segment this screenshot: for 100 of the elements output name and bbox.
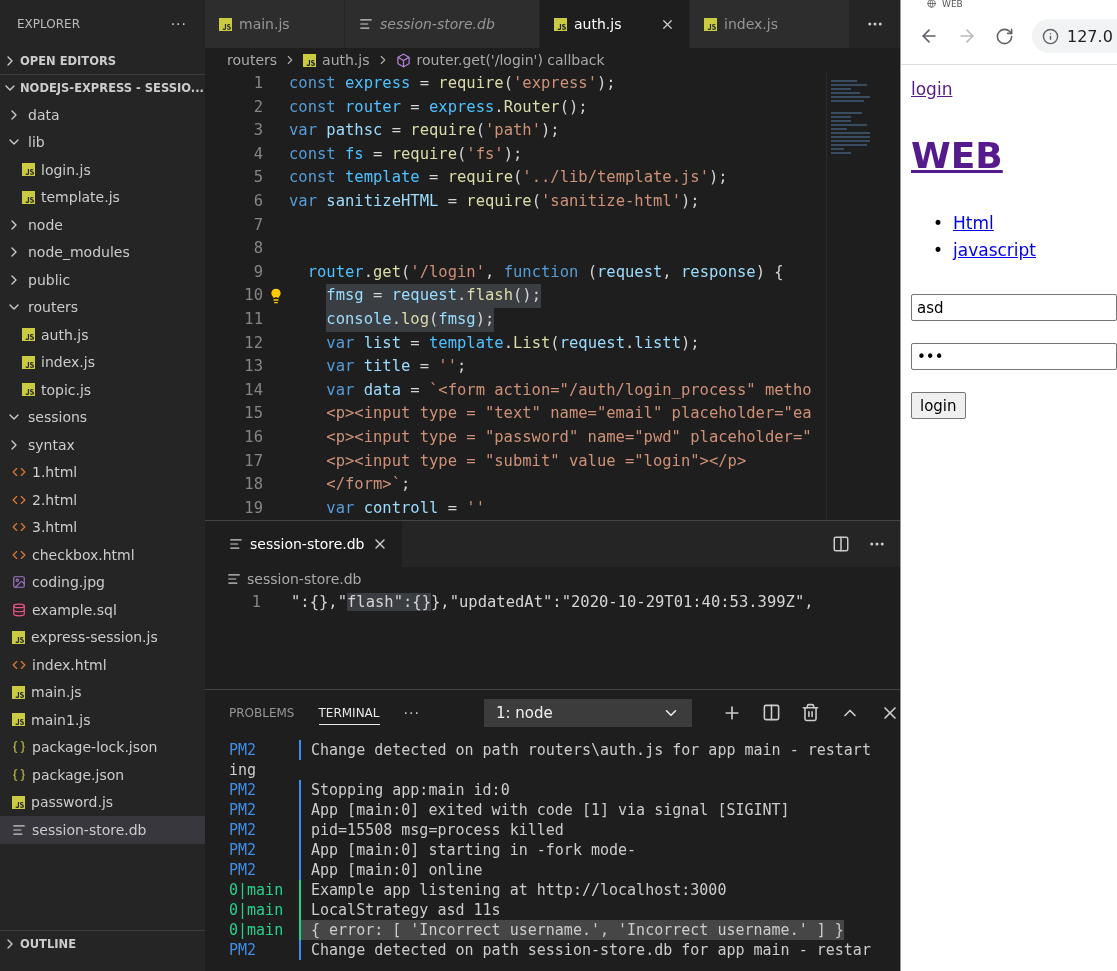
line-number: 2 [252, 99, 263, 116]
line-number: 9 [252, 264, 263, 281]
editor-tab[interactable]: index.js [690, 0, 850, 48]
list-bullet: • [933, 212, 944, 235]
line-number: 6 [252, 194, 263, 210]
list-link[interactable]: javascript [953, 237, 1037, 264]
file-item[interactable]: template.js [0, 183, 205, 211]
folder-item[interactable]: node_modules [0, 238, 205, 266]
file-item[interactable]: session-store.db [0, 816, 205, 844]
process-label: PM2 [229, 820, 258, 840]
process-label: 0|main [229, 880, 285, 900]
folder-item[interactable]: public [0, 266, 205, 294]
list-link[interactable]: Html [953, 210, 994, 237]
file-item[interactable]: coding.jpg [0, 568, 205, 596]
section-header[interactable]: NODEJS-EXPRESS - SESSIO... [0, 74, 205, 101]
file-item[interactable]: auth.js [0, 321, 205, 349]
js-file-icon [22, 163, 35, 177]
address-bar[interactable]: 127.0 [1032, 19, 1117, 53]
file-item[interactable]: checkbox.html [0, 541, 205, 569]
file-item[interactable]: package.json [0, 761, 205, 789]
terminal-select[interactable]: 1: node [483, 699, 692, 727]
folder-item[interactable]: sessions [0, 403, 205, 431]
line-number: 3 [252, 123, 263, 139]
breadcrumb[interactable]: routers [227, 52, 278, 68]
panel-tab[interactable]: TERMINAL [318, 701, 380, 725]
js-file-icon [22, 190, 35, 204]
text-file-icon [12, 822, 26, 837]
editor-tab[interactable]: session-store.db [345, 0, 540, 48]
js-file-icon [704, 17, 717, 31]
text-file-icon [229, 537, 243, 551]
breadcrumb[interactable]: session-store.db [227, 571, 362, 587]
file-item[interactable]: main1.js [0, 706, 205, 734]
text-file-icon [359, 17, 373, 31]
panel-tab[interactable]: PROBLEMS [229, 701, 295, 725]
line-number: 14 [243, 382, 263, 399]
file-item[interactable]: topic.js [0, 376, 205, 404]
js-file-icon [554, 17, 567, 31]
trash-icon[interactable] [801, 703, 820, 722]
file-item[interactable]: 3.html [0, 513, 205, 541]
file-item[interactable]: password.js [0, 788, 205, 816]
section-header[interactable]: OPEN EDITORS [0, 48, 205, 74]
terminal-line: App [main:0] starting in -fork mode- [299, 840, 637, 860]
code-line: const router = express.Router(); [289, 96, 588, 118]
more-button[interactable]: ··· [403, 705, 420, 721]
file-item[interactable]: index.html [0, 651, 205, 679]
line-number: 1 [250, 595, 261, 611]
code-line: </form>`; [326, 474, 411, 496]
code-line: const fs = require('fs'); [289, 143, 523, 165]
terminal-line: App [main:0] online [299, 860, 483, 880]
code-line: const express = require('express'); [289, 73, 616, 94]
code-line: var sanitizeHTML = require('sanitize-html'); [289, 190, 700, 212]
folder-item[interactable]: data [0, 101, 205, 129]
code-line: const template = require('../lib/template.js'); [289, 167, 728, 189]
input-field[interactable]: asd [911, 294, 1117, 321]
split-editor-icon[interactable] [832, 535, 850, 553]
file-item[interactable]: main.js [0, 678, 205, 706]
editor-tab[interactable]: auth.js [540, 0, 690, 48]
login-link[interactable]: login [911, 79, 953, 99]
folder-item[interactable]: routers [0, 293, 205, 321]
file-item[interactable]: 1.html [0, 458, 205, 486]
input-field[interactable]: ••• [911, 343, 1117, 370]
text-file-icon [227, 572, 241, 586]
terminal-line: Stopping app:main id:0 [299, 780, 510, 800]
line-number: 16 [243, 429, 263, 446]
breadcrumb[interactable]: auth.js [303, 52, 370, 68]
file-item[interactable]: index.js [0, 348, 205, 376]
code-line: var title = ''; [326, 356, 467, 378]
split-terminal-icon[interactable] [762, 703, 781, 722]
list-bullet: • [933, 239, 944, 262]
line-number: 1 [252, 76, 263, 92]
heading-link[interactable]: WEB [911, 135, 1003, 176]
login-button[interactable]: login [911, 392, 966, 419]
folder-item[interactable]: node [0, 211, 205, 239]
browser-tab-title[interactable]: WEB [942, 0, 963, 8]
line-number: 10 [243, 288, 263, 304]
js-file-icon [12, 795, 25, 809]
reload-icon[interactable] [995, 26, 1014, 46]
file-item[interactable]: express-session.js [0, 623, 205, 651]
editor-tab[interactable]: main.js [205, 0, 345, 48]
info-icon [1042, 27, 1059, 45]
editor-tab[interactable]: session-store.db [205, 521, 402, 567]
line-number: 19 [243, 500, 263, 517]
process-label: PM2 [229, 860, 258, 880]
file-item[interactable]: login.js [0, 156, 205, 184]
line-number: 4 [252, 146, 263, 163]
line-number: 8 [252, 241, 263, 257]
js-file-icon [12, 713, 25, 727]
more-button[interactable]: ··· [170, 16, 187, 32]
cube-icon [395, 52, 411, 68]
terminal-line: Example app listening at http://localhost:3000 [299, 880, 727, 900]
file-item[interactable]: example.sql [0, 596, 205, 624]
file-item[interactable]: 2.html [0, 486, 205, 514]
json-file-icon [12, 740, 26, 755]
lightbulb-icon[interactable] [268, 288, 284, 305]
js-file-icon [22, 328, 35, 342]
folder-item[interactable]: syntax [0, 431, 205, 459]
breadcrumb[interactable]: router.get('/login') callback [395, 52, 605, 68]
file-item[interactable]: package-lock.json [0, 733, 205, 761]
folder-item[interactable]: lib [0, 128, 205, 156]
section-header[interactable]: OUTLINE [0, 930, 205, 957]
